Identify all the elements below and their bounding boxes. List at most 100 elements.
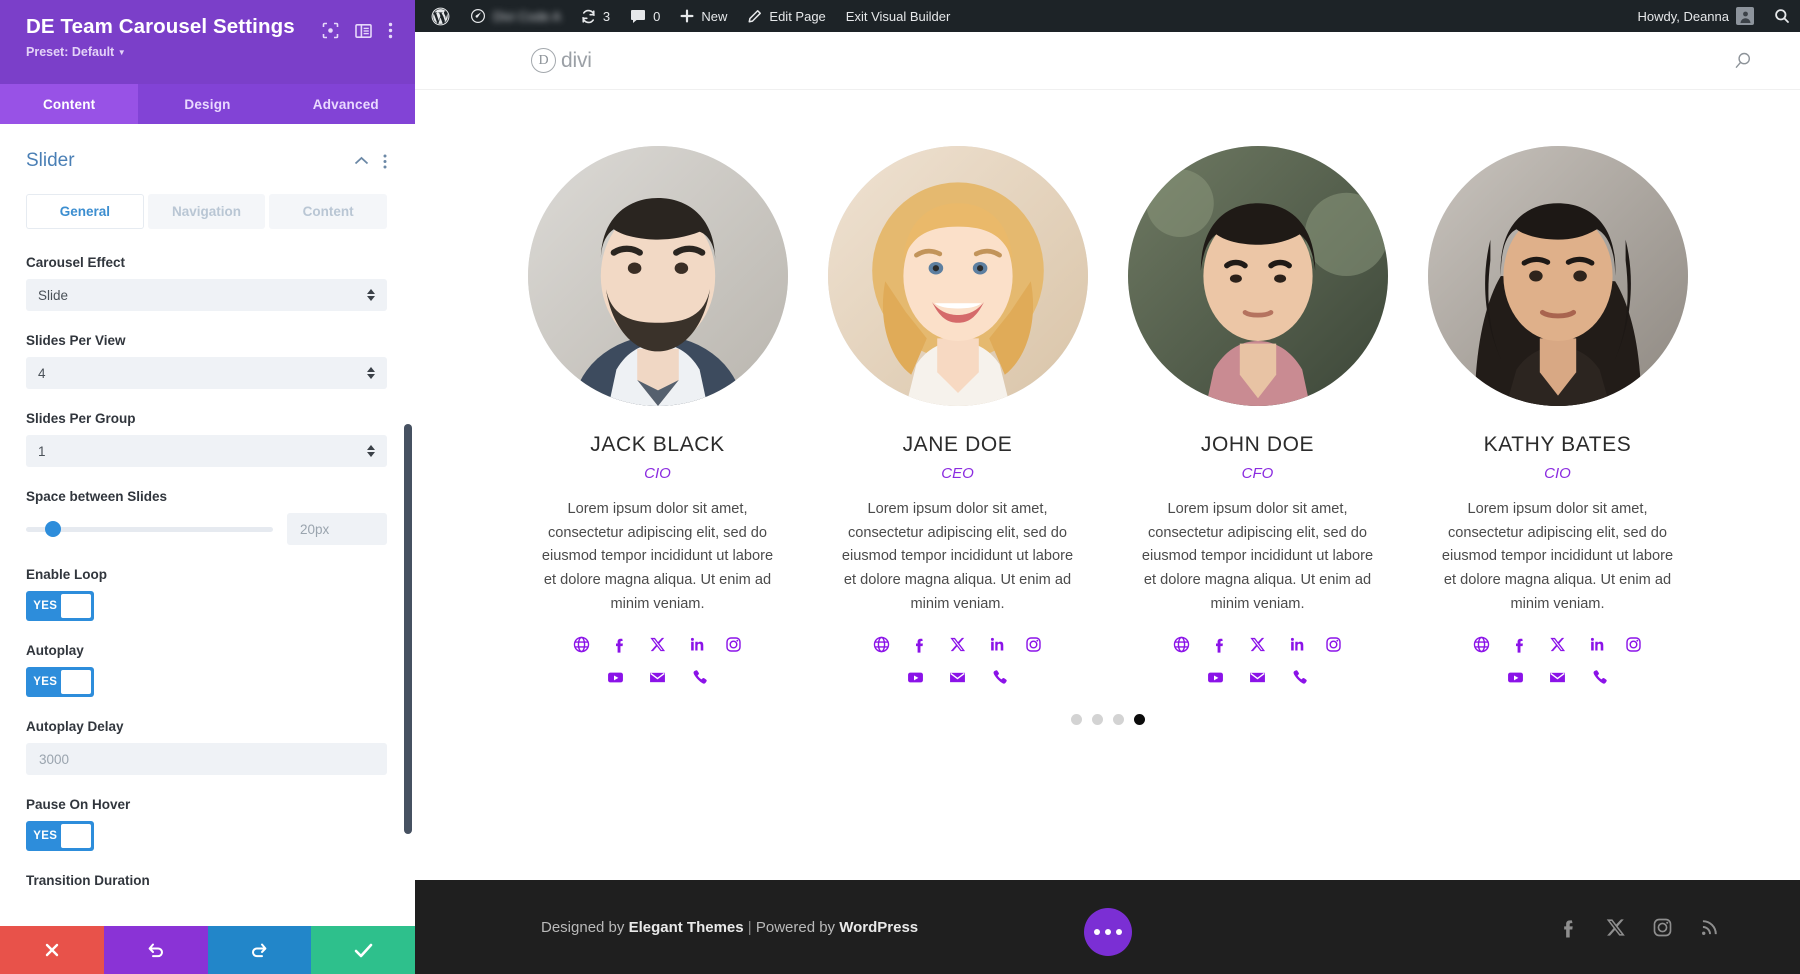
team-member-card[interactable]: JOHN DOE CFO Lorem ipsum dolor sit amet,… <box>1119 146 1397 702</box>
space-between-slider[interactable] <box>26 521 273 537</box>
stepper-arrows-icon <box>367 445 375 457</box>
exit-visual-builder-button[interactable]: Exit Visual Builder <box>836 0 961 32</box>
slides-per-group-select[interactable]: 1 <box>26 435 387 467</box>
designed-by-label: Designed by <box>541 918 629 936</box>
pause-on-hover-toggle[interactable]: YES <box>26 821 94 851</box>
youtube-icon[interactable] <box>907 669 924 686</box>
save-button[interactable] <box>311 926 415 974</box>
globe-icon[interactable] <box>873 636 890 653</box>
instagram-icon[interactable] <box>1025 636 1042 653</box>
preset-label: Preset: Default <box>26 44 115 59</box>
linkedin-icon[interactable] <box>987 636 1004 653</box>
slider-thumb[interactable] <box>45 521 62 537</box>
x-icon[interactable] <box>1605 917 1626 938</box>
comments-indicator[interactable]: 0 <box>620 0 670 32</box>
instagram-icon[interactable] <box>1652 917 1673 938</box>
rss-icon[interactable] <box>1699 917 1720 938</box>
edit-page-button[interactable]: Edit Page <box>737 0 835 32</box>
field-enable-loop: Enable Loop YES <box>26 567 387 621</box>
phone-icon[interactable] <box>991 669 1008 686</box>
autoplay-toggle[interactable]: YES <box>26 667 94 697</box>
tab-advanced[interactable]: Advanced <box>277 84 415 124</box>
subtab-content[interactable]: Content <box>269 194 388 229</box>
team-member-card[interactable]: JACK BLACK CIO Lorem ipsum dolor sit ame… <box>519 146 797 702</box>
instagram-icon[interactable] <box>1325 636 1342 653</box>
admin-search-icon[interactable] <box>1764 0 1800 32</box>
linkedin-icon[interactable] <box>1587 636 1604 653</box>
facebook-icon[interactable] <box>611 636 628 653</box>
layout-icon[interactable] <box>355 23 372 39</box>
wordpress-logo-icon[interactable] <box>421 0 460 32</box>
globe-icon[interactable] <box>1173 636 1190 653</box>
instagram-icon[interactable] <box>1625 636 1642 653</box>
x-icon[interactable] <box>649 636 666 653</box>
new-content-button[interactable]: New <box>670 0 737 32</box>
redo-button[interactable] <box>207 926 312 974</box>
youtube-icon[interactable] <box>1207 669 1224 686</box>
member-social-links <box>1119 636 1397 702</box>
member-role: CEO <box>941 465 974 482</box>
pagination-dot[interactable] <box>1112 714 1124 726</box>
x-icon[interactable] <box>1249 636 1266 653</box>
facebook-icon[interactable] <box>1558 917 1579 938</box>
focus-icon[interactable] <box>322 22 339 39</box>
team-member-card[interactable]: JANE DOE CEO Lorem ipsum dolor sit amet,… <box>819 146 1097 702</box>
x-icon[interactable] <box>949 636 966 653</box>
pagination-dot[interactable] <box>1091 714 1103 726</box>
more-vertical-icon[interactable] <box>383 154 387 169</box>
pause-on-hover-toggle-value: YES <box>33 830 58 842</box>
member-photo <box>1427 146 1688 406</box>
space-between-input[interactable]: 20px <box>287 513 387 545</box>
pagination-dot[interactable] <box>1070 714 1082 726</box>
account-menu[interactable]: Howdy, Deanna <box>1627 0 1764 32</box>
preset-selector[interactable]: Preset: Default ▼ <box>26 45 322 59</box>
divi-logo[interactable]: D divi <box>531 48 592 73</box>
wordpress-link[interactable]: WordPress <box>839 919 918 936</box>
pagination-dot-active[interactable] <box>1133 714 1145 726</box>
settings-panel-scrollbar[interactable] <box>404 424 412 834</box>
linkedin-icon[interactable] <box>1287 636 1304 653</box>
exit-visual-builder-label: Exit Visual Builder <box>845 8 951 24</box>
email-icon[interactable] <box>1549 669 1566 686</box>
facebook-icon[interactable] <box>1211 636 1228 653</box>
undo-button[interactable] <box>103 926 208 974</box>
new-label: New <box>701 8 728 24</box>
email-icon[interactable] <box>1249 669 1266 686</box>
x-icon[interactable] <box>1549 636 1566 653</box>
autoplay-delay-input[interactable]: 3000 <box>26 743 387 775</box>
youtube-icon[interactable] <box>1507 669 1524 686</box>
instagram-icon[interactable] <box>725 636 742 653</box>
slides-per-view-select[interactable]: 4 <box>26 357 387 389</box>
elegant-themes-link[interactable]: Elegant Themes <box>629 919 744 936</box>
globe-icon[interactable] <box>573 636 590 653</box>
updates-indicator[interactable]: 3 <box>571 0 620 32</box>
enable-loop-toggle[interactable]: YES <box>26 591 94 621</box>
builder-menu-button[interactable] <box>1083 908 1132 956</box>
linkedin-icon[interactable] <box>687 636 704 653</box>
phone-icon[interactable] <box>1591 669 1608 686</box>
email-icon[interactable] <box>949 669 966 686</box>
tab-design[interactable]: Design <box>138 84 276 124</box>
facebook-icon[interactable] <box>911 636 928 653</box>
phone-icon[interactable] <box>691 669 708 686</box>
youtube-icon[interactable] <box>607 669 624 686</box>
facebook-icon[interactable] <box>1511 636 1528 653</box>
tab-content[interactable]: Content <box>0 84 139 124</box>
search-icon[interactable] <box>1732 50 1754 72</box>
email-icon[interactable] <box>649 669 666 686</box>
site-dashboard-link[interactable]: Divi Code A <box>460 0 571 32</box>
more-vertical-icon[interactable] <box>388 22 393 39</box>
site-name: Divi Code A <box>493 8 561 24</box>
enable-loop-label: Enable Loop <box>26 567 107 582</box>
updates-count: 3 <box>602 8 611 24</box>
phone-icon[interactable] <box>1291 669 1308 686</box>
toggle-knob <box>61 594 91 618</box>
subtab-navigation[interactable]: Navigation <box>147 194 266 229</box>
toggle-knob <box>61 670 91 694</box>
team-member-card[interactable]: KATHY BATES CIO Lorem ipsum dolor sit am… <box>1419 146 1697 702</box>
subtab-general[interactable]: General <box>26 194 144 229</box>
carousel-effect-select[interactable]: Slide <box>26 279 387 311</box>
cancel-button[interactable] <box>0 926 104 974</box>
chevron-up-icon[interactable] <box>354 156 369 166</box>
globe-icon[interactable] <box>1473 636 1490 653</box>
